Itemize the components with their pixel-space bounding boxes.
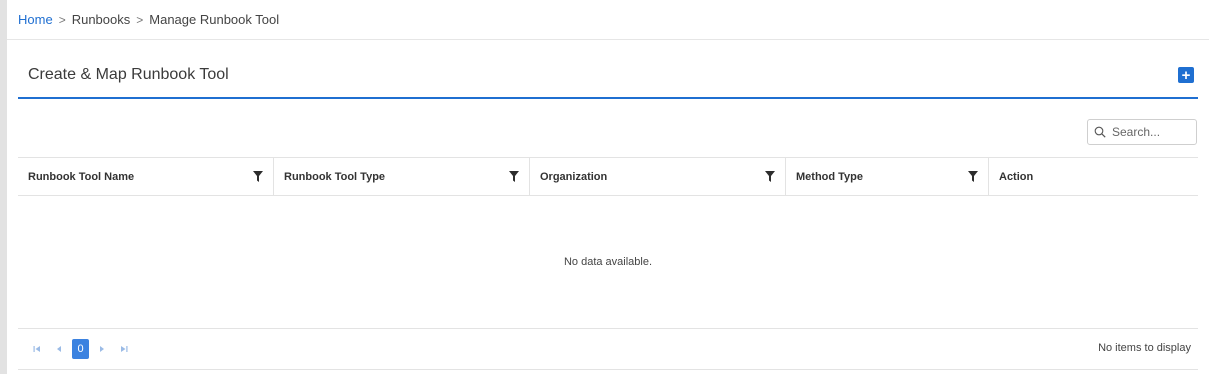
filter-icon[interactable] <box>509 171 519 182</box>
card-header: Create & Map Runbook Tool + <box>18 55 1198 99</box>
breadcrumb: Home > Runbooks > Manage Runbook Tool <box>7 0 1209 40</box>
page-number-button[interactable]: 0 <box>72 339 89 359</box>
breadcrumb-runbooks: Runbooks <box>71 12 131 27</box>
left-edge-strip <box>0 0 7 374</box>
column-label: Action <box>999 170 1034 183</box>
last-page-button[interactable] <box>113 339 135 359</box>
runbook-tool-grid: Runbook Tool Name Runbook Tool Type Orga… <box>18 157 1198 328</box>
grid-header: Runbook Tool Name Runbook Tool Type Orga… <box>18 157 1198 196</box>
search-field[interactable] <box>1087 119 1197 145</box>
filter-icon[interactable] <box>253 171 263 182</box>
page-title: Create & Map Runbook Tool <box>28 66 229 83</box>
breadcrumb-separator-icon: > <box>136 12 144 27</box>
column-header-runbook-tool-type[interactable]: Runbook Tool Type <box>274 158 530 195</box>
runbook-tool-card: Create & Map Runbook Tool + Runbook Tool… <box>18 55 1198 370</box>
column-header-organization[interactable]: Organization <box>530 158 786 195</box>
column-label: Method Type <box>796 170 864 183</box>
previous-page-button[interactable] <box>48 339 70 359</box>
column-header-method-type[interactable]: Method Type <box>786 158 989 195</box>
main-content: Home > Runbooks > Manage Runbook Tool Cr… <box>7 0 1209 374</box>
next-page-icon <box>100 346 104 352</box>
previous-page-icon <box>57 346 61 352</box>
search-input[interactable] <box>1110 124 1190 140</box>
plus-icon: + <box>1181 66 1191 84</box>
column-header-action: Action <box>989 158 1198 195</box>
column-label: Organization <box>540 170 608 183</box>
column-header-runbook-tool-name[interactable]: Runbook Tool Name <box>18 158 274 195</box>
column-label: Runbook Tool Name <box>28 170 135 183</box>
column-label: Runbook Tool Type <box>284 170 386 183</box>
last-page-icon <box>121 346 128 352</box>
first-page-button[interactable] <box>26 339 48 359</box>
pager: 0 No items to display <box>18 328 1198 370</box>
next-page-button[interactable] <box>91 339 113 359</box>
filter-icon[interactable] <box>968 171 978 182</box>
breadcrumb-current: Manage Runbook Tool <box>149 12 280 27</box>
breadcrumb-separator-icon: > <box>58 12 66 27</box>
breadcrumb-home-link[interactable]: Home <box>18 12 53 27</box>
search-icon <box>1094 126 1106 138</box>
pager-info: No items to display <box>1098 342 1191 354</box>
add-runbook-tool-button[interactable]: + <box>1178 67 1194 83</box>
filter-icon[interactable] <box>765 171 775 182</box>
first-page-icon <box>33 346 40 352</box>
no-data-message: No data available. <box>563 256 653 268</box>
